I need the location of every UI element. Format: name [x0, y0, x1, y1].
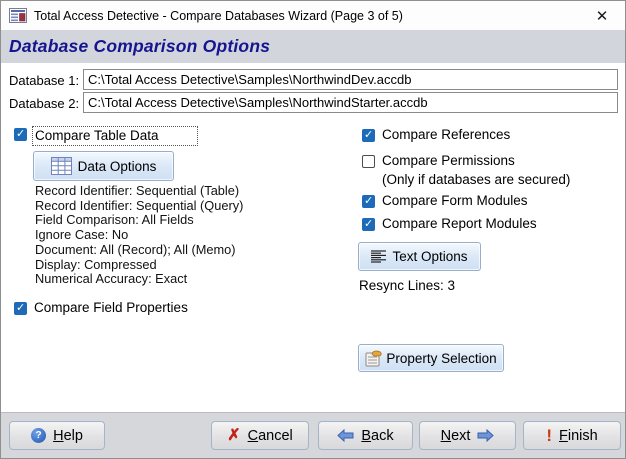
compare-form-modules-label: Compare Form Modules	[382, 193, 528, 208]
database1-label: Database 1:	[9, 73, 80, 88]
cancel-x-icon: ✗	[227, 426, 241, 444]
compare-references-row: Compare References	[362, 127, 510, 142]
data-options-button[interactable]: Data Options	[33, 151, 174, 181]
app-icon	[9, 8, 27, 23]
next-label: Next	[440, 427, 471, 444]
property-list-hand-icon	[365, 350, 382, 366]
compare-permissions-note: (Only if databases are secured)	[382, 172, 571, 187]
property-selection-button[interactable]: Property Selection	[358, 344, 504, 372]
finish-exclamation-icon: !	[546, 426, 552, 445]
database1-path-input[interactable]	[83, 69, 618, 90]
finish-button[interactable]: ! Finish	[523, 421, 621, 450]
compare-field-properties-label: Compare Field Properties	[34, 300, 188, 315]
database2-label: Database 2:	[9, 96, 80, 111]
summary-line: Display: Compressed	[35, 256, 157, 272]
compare-report-modules-label: Compare Report Modules	[382, 216, 537, 231]
compare-permissions-checkbox[interactable]	[362, 155, 375, 168]
help-icon: ?	[31, 428, 47, 443]
next-arrow-icon	[477, 429, 495, 442]
cancel-label: Cancel	[247, 427, 293, 444]
resync-lines-value: Resync Lines: 3	[359, 278, 456, 293]
back-arrow-icon	[337, 429, 354, 442]
help-button[interactable]: ? Help	[9, 421, 105, 450]
summary-line: Ignore Case: No	[35, 227, 129, 243]
window-title: Total Access Detective - Compare Databas…	[34, 8, 403, 23]
help-label: Help	[53, 427, 83, 444]
back-label: Back	[361, 427, 394, 444]
titlebar: Total Access Detective - Compare Databas…	[1, 1, 625, 30]
wizard-window: Total Access Detective - Compare Databas…	[0, 0, 626, 459]
compare-table-data-row: Compare Table Data	[14, 126, 198, 146]
page-title: Database Comparison Options	[9, 36, 271, 56]
text-options-label: Text Options	[392, 249, 468, 264]
compare-field-properties-checkbox[interactable]	[14, 301, 27, 315]
compare-form-modules-checkbox[interactable]	[362, 194, 375, 208]
compare-permissions-row: Compare Permissions	[362, 153, 515, 168]
heading-band: Database Comparison Options	[1, 30, 625, 63]
finish-label: Finish	[558, 427, 598, 444]
footer-bar: ? Help ✗ Cancel Back Next ! Finish	[1, 412, 625, 458]
compare-report-modules-row: Compare Report Modules	[362, 216, 537, 231]
compare-permissions-label: Compare Permissions	[382, 153, 515, 168]
next-button[interactable]: Next	[419, 421, 516, 450]
compare-field-properties-row: Compare Field Properties	[14, 300, 188, 315]
summary-line: Numerical Accuracy: Exact	[35, 271, 188, 287]
property-selection-label: Property Selection	[386, 350, 497, 366]
compare-table-data-label[interactable]: Compare Table Data	[32, 126, 198, 146]
summary-line: Record Identifier: Sequential (Table)	[35, 183, 240, 198]
compare-references-label: Compare References	[382, 127, 511, 142]
compare-form-modules-row: Compare Form Modules	[362, 193, 528, 208]
summary-line: Field Comparison: All Fields	[35, 212, 194, 228]
compare-references-checkbox[interactable]	[362, 128, 375, 142]
data-options-label: Data Options	[77, 158, 157, 174]
text-lines-icon	[371, 249, 387, 263]
data-options-summary: Record Identifier: Sequential (Table) Re…	[35, 183, 244, 287]
close-icon[interactable]: ✕	[589, 4, 615, 27]
compare-table-data-checkbox[interactable]	[14, 127, 27, 141]
back-button[interactable]: Back	[318, 421, 413, 450]
cancel-button[interactable]: ✗ Cancel	[211, 421, 309, 450]
compare-report-modules-checkbox[interactable]	[362, 217, 375, 231]
summary-line: Document: All (Record); All (Memo)	[35, 241, 236, 257]
text-options-button[interactable]: Text Options	[358, 242, 481, 271]
database2-path-input[interactable]	[83, 92, 618, 113]
table-grid-icon	[50, 157, 72, 175]
summary-line: Record Identifier: Sequential (Query)	[35, 197, 244, 213]
